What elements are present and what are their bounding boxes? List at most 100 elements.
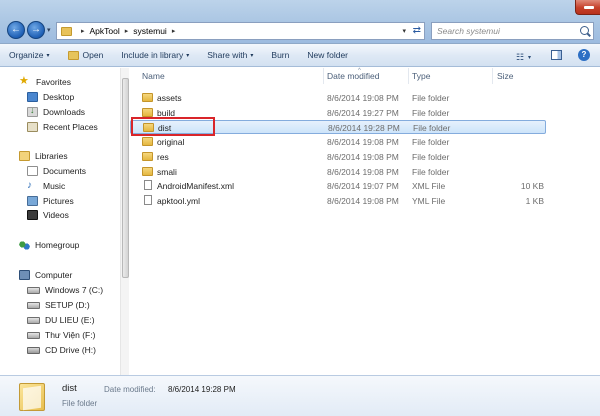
share-with-label: Share with — [207, 50, 248, 60]
file-row[interactable]: original 8/6/2014 19:08 PM File folder — [130, 135, 546, 149]
folder-icon — [142, 93, 153, 102]
preview-pane-icon[interactable] — [551, 50, 562, 60]
address-bar[interactable]: ▸ ApkTool ▸ systemui ▸ ▾ ⇄ — [56, 22, 425, 40]
sidebar-item-recent-places[interactable]: Recent Places — [27, 120, 98, 134]
file-size: 10 KB — [520, 181, 544, 191]
column-size[interactable]: Size — [497, 71, 514, 81]
sidebar-item-music[interactable]: ♪ Music — [27, 179, 65, 193]
sidebar-item-label: Windows 7 (C:) — [45, 285, 104, 295]
sidebar-item-favorites[interactable]: ★ Favorites — [19, 75, 71, 89]
file-name: apktool.yml — [157, 196, 200, 206]
sidebar-item-label: Favorites — [36, 77, 71, 87]
column-divider[interactable] — [323, 68, 324, 84]
organize-button[interactable]: Organize ▾ — [0, 50, 59, 60]
search-input[interactable]: Search systemui — [431, 22, 594, 40]
sidebar-item-drive-e[interactable]: DU LIEU (E:) — [27, 313, 95, 327]
sidebar-item-label: CD Drive (H:) — [45, 345, 96, 355]
details-date-label: Date modified: — [104, 385, 156, 394]
help-icon[interactable]: ? — [578, 49, 590, 61]
file-row[interactable]: AndroidManifest.xml 8/6/2014 19:07 PM XM… — [130, 179, 546, 193]
yml-file-icon — [144, 195, 152, 205]
sidebar-item-desktop[interactable]: Desktop — [27, 90, 74, 104]
column-divider[interactable] — [492, 68, 493, 84]
sidebar-item-label: Thư Viện (F:) — [45, 330, 96, 340]
chevron-right-icon[interactable]: ▸ — [81, 27, 85, 35]
details-type: File folder — [62, 399, 98, 408]
folder-icon — [142, 167, 153, 176]
sidebar-item-label: Pictures — [43, 196, 74, 206]
breadcrumb-systemui[interactable]: systemui — [133, 26, 167, 36]
star-icon: ★ — [19, 75, 29, 87]
file-name: res — [157, 152, 169, 162]
command-bar: Organize ▾ Open Include in library ▾ Share… — [0, 44, 600, 67]
burn-label: Burn — [271, 50, 290, 60]
open-button[interactable]: Open — [59, 50, 113, 60]
search-icon[interactable] — [580, 26, 589, 35]
refresh-icon[interactable]: ⇄ — [413, 25, 421, 36]
chevron-down-icon: ▾ — [250, 52, 254, 59]
downloads-icon — [27, 105, 38, 117]
recent-pages-dropdown[interactable]: ▾ — [47, 26, 51, 34]
hard-drive-icon — [27, 301, 40, 309]
close-window-button[interactable] — [575, 0, 600, 15]
sidebar-item-label: Homegroup — [35, 240, 80, 250]
hard-drive-icon — [27, 331, 40, 339]
forward-button[interactable]: → — [27, 21, 45, 39]
sidebar-item-videos[interactable]: Videos — [27, 208, 69, 222]
nav-scrollbar[interactable] — [120, 68, 129, 375]
sidebar-item-drive-d[interactable]: SETUP (D:) — [27, 298, 90, 312]
chevron-right-icon[interactable]: ▸ — [125, 27, 129, 35]
sidebar-item-drive-h[interactable]: CD Drive (H:) — [27, 343, 96, 357]
scrollbar-thumb[interactable] — [122, 78, 129, 278]
column-header: ^ Name Date modified Type Size — [130, 68, 600, 84]
sidebar-item-drive-c[interactable]: Windows 7 (C:) — [27, 283, 103, 297]
sidebar-item-label: Videos — [43, 210, 69, 220]
homegroup-icon — [19, 239, 30, 251]
view-dropdown-icon[interactable]: ▾ — [528, 54, 531, 61]
details-date: 8/6/2014 19:28 PM — [168, 385, 236, 394]
xml-file-icon — [144, 180, 152, 190]
folder-icon — [61, 26, 72, 36]
burn-button[interactable]: Burn — [262, 50, 298, 60]
new-folder-button[interactable]: New folder — [298, 50, 357, 60]
file-row[interactable]: assets 8/6/2014 19:08 PM File folder — [130, 91, 546, 105]
sidebar-item-pictures[interactable]: Pictures — [27, 194, 74, 208]
sidebar-item-label: Desktop — [43, 92, 75, 102]
change-view-icon[interactable]: ☷ — [516, 52, 524, 63]
sidebar-item-libraries[interactable]: Libraries — [19, 149, 68, 163]
file-date: 8/6/2014 19:27 PM — [327, 108, 399, 118]
file-type: File folder — [413, 123, 451, 133]
share-with-button[interactable]: Share with ▾ — [198, 50, 262, 60]
file-date: 8/6/2014 19:08 PM — [327, 152, 399, 162]
column-date-modified[interactable]: Date modified — [327, 71, 379, 81]
music-icon: ♪ — [27, 180, 32, 191]
file-row[interactable]: smali 8/6/2014 19:08 PM File folder — [130, 165, 546, 179]
file-row[interactable]: apktool.yml 8/6/2014 19:08 PM YML File 1… — [130, 194, 546, 208]
forward-arrow-icon: → — [31, 24, 41, 35]
file-size: 1 KB — [525, 196, 544, 206]
sidebar-item-documents[interactable]: Documents — [27, 164, 86, 178]
breadcrumb-apktool[interactable]: ApkTool — [90, 26, 120, 36]
sidebar-item-computer[interactable]: Computer — [19, 268, 72, 282]
column-name[interactable]: Name — [142, 71, 165, 81]
file-row[interactable]: res 8/6/2014 19:08 PM File folder — [130, 150, 546, 164]
title-bar: ← → ▾ ▸ ApkTool ▸ systemui ▸ ▾ ⇄ Search … — [0, 0, 600, 44]
folder-icon — [19, 383, 45, 411]
videos-icon — [27, 210, 38, 220]
sidebar-item-drive-f[interactable]: Thư Viện (F:) — [27, 328, 95, 342]
column-divider[interactable] — [408, 68, 409, 84]
sidebar-item-label: Music — [43, 181, 66, 191]
file-name: original — [157, 137, 185, 147]
column-type[interactable]: Type — [412, 71, 430, 81]
sidebar-item-homegroup[interactable]: Homegroup — [19, 238, 79, 252]
include-in-library-button[interactable]: Include in library ▾ — [112, 50, 198, 60]
sidebar-item-downloads[interactable]: Downloads — [27, 105, 85, 119]
sidebar-item-label: Documents — [43, 166, 86, 176]
organize-label: Organize — [9, 50, 44, 60]
details-pane: dist Date modified: 8/6/2014 19:28 PM Fi… — [0, 375, 600, 416]
chevron-right-icon[interactable]: ▸ — [172, 27, 176, 35]
sidebar-item-label: Libraries — [35, 151, 68, 161]
back-button[interactable]: ← — [7, 21, 25, 39]
file-date: 8/6/2014 19:07 PM — [327, 181, 399, 191]
address-dropdown-icon[interactable]: ▾ — [402, 27, 406, 35]
